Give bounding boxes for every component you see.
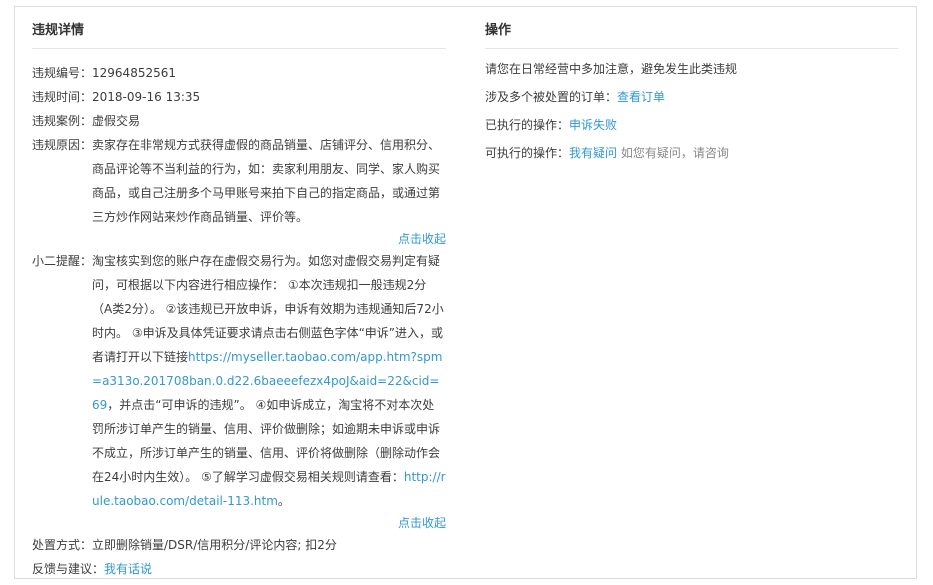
feedback-link[interactable]: 我有话说	[104, 562, 152, 576]
orders-row: 涉及多个被处置的订单：查看订单	[485, 83, 898, 111]
feedback-row: 反馈与建议：我有话说	[32, 557, 446, 581]
reminder-text-part1: 淘宝核实到您的账户存在虚假交易行为。如您对虚假交易判定有疑问，可根据以下内容进行…	[92, 254, 444, 364]
violation-time-row: 违规时间：2018-09-16 13:35	[32, 85, 446, 109]
available-row: 可执行的操作：我有疑问 如您有疑问，请咨询	[485, 139, 898, 167]
violation-case-value: 虚假交易	[92, 114, 141, 128]
have-question-link[interactable]: 我有疑问	[569, 146, 617, 160]
violation-case-label: 违规案例：	[32, 114, 93, 128]
violation-reason-text: 卖家存在非常规方式获得虚假的商品销量、店铺评分、信用积分、商品评论等不当利益的行…	[92, 138, 441, 224]
reminder-text-part2: ，并点击“可申诉的违规”。 ④如申诉成立，淘宝将不对本次处罚所涉订单产生的销量、…	[92, 398, 441, 484]
reminder-label: 小二提醒：	[32, 254, 93, 268]
violation-number-row: 违规编号：12964852561	[32, 61, 446, 85]
view-orders-link[interactable]: 查看订单	[617, 90, 665, 104]
appeal-failed-link[interactable]: 申诉失败	[569, 118, 617, 132]
reminder-row: 小二提醒： 淘宝核实到您的账户存在虚假交易行为。如您对虚假交易判定有疑问，可根据…	[32, 249, 446, 513]
reminder-text-part3: 。	[277, 494, 290, 508]
available-hint: 如您有疑问，请咨询	[620, 146, 729, 160]
executed-row: 已执行的操作：申诉失败	[485, 111, 898, 139]
operations-title: 操作	[485, 14, 898, 49]
violation-number-label: 违规编号：	[32, 66, 93, 80]
operations-notice: 请您在日常经营中多加注意，避免发生此类违规	[485, 62, 738, 76]
violation-details-column: 违规详情 违规编号：12964852561 违规时间：2018-09-16 13…	[32, 7, 446, 581]
violation-number-value: 12964852561	[92, 66, 176, 80]
reminder-collapse-link[interactable]: 点击收起	[398, 516, 446, 530]
violation-time-value: 2018-09-16 13:35	[92, 90, 201, 104]
violation-reason-label: 违规原因：	[32, 138, 93, 152]
executed-label: 已执行的操作：	[485, 118, 570, 132]
violation-panel: 违规详情 违规编号：12964852561 违规时间：2018-09-16 13…	[14, 6, 917, 579]
reminder-collapse-toggle: 点击收起	[32, 513, 446, 533]
reminder-text: 淘宝核实到您的账户存在虚假交易行为。如您对虚假交易判定有疑问，可根据以下内容进行…	[92, 249, 446, 513]
violation-time-label: 违规时间：	[32, 90, 93, 104]
operations-column: 操作 请您在日常经营中多加注意，避免发生此类违规 涉及多个被处置的订单：查看订单…	[485, 7, 898, 167]
violation-reason-row: 违规原因： 卖家存在非常规方式获得虚假的商品销量、店铺评分、信用积分、商品评论等…	[32, 133, 446, 229]
violation-details-title: 违规详情	[32, 14, 446, 49]
feedback-label: 反馈与建议：	[32, 562, 105, 576]
reason-collapse-toggle: 点击收起	[32, 229, 446, 249]
handling-value: 立即删除销量/DSR/信用积分/评论内容; 扣2分	[92, 538, 337, 552]
handling-label: 处置方式：	[32, 538, 93, 552]
available-label: 可执行的操作：	[485, 146, 570, 160]
violation-case-row: 违规案例：虚假交易	[32, 109, 446, 133]
handling-row: 处置方式：立即删除销量/DSR/信用积分/评论内容; 扣2分	[32, 533, 446, 557]
reason-collapse-link[interactable]: 点击收起	[398, 232, 446, 246]
orders-label: 涉及多个被处置的订单：	[485, 90, 618, 104]
